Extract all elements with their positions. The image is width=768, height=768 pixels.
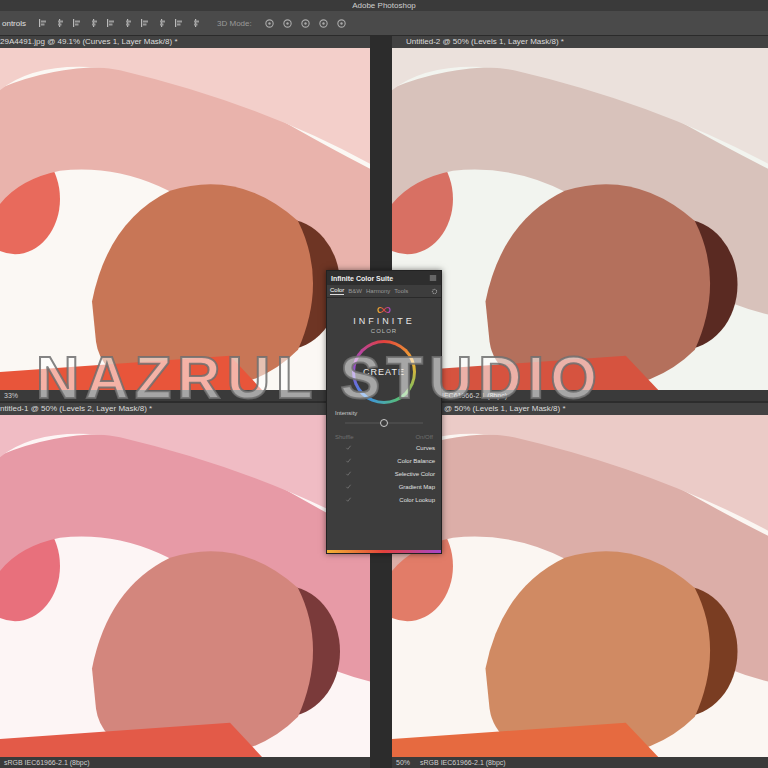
- create-button-face: CREATE: [355, 343, 413, 401]
- panel-tabs: Color B&W Harmony Tools: [327, 285, 441, 298]
- 3d-tool-icon[interactable]: [300, 18, 311, 29]
- adjustment-label: Selective Color: [395, 471, 435, 477]
- adjustment-label: Gradient Map: [399, 484, 435, 490]
- intensity-control: Intensity: [327, 408, 441, 426]
- align-buttons: [38, 18, 201, 28]
- document-window: Untitled-2 @ 50% (Levels 1, Layer Mask/8…: [392, 36, 768, 401]
- align-icon[interactable]: [123, 18, 133, 28]
- align-icon[interactable]: [140, 18, 150, 28]
- adjustment-label: Curves: [416, 445, 435, 451]
- column-header: Shuffle: [335, 434, 354, 440]
- color-profile: IEC61966-2.1 (8bpc): [442, 392, 507, 399]
- zoom-level[interactable]: 50%: [396, 759, 410, 766]
- settings-gear-icon[interactable]: [431, 288, 438, 295]
- intensity-slider[interactable]: [345, 422, 423, 424]
- align-icon[interactable]: [191, 18, 201, 28]
- document-window: 29A4491.jpg @ 49.1% (Curves 1, Layer Mas…: [0, 36, 370, 401]
- panel-header[interactable]: Infinite Color Suite: [327, 271, 441, 285]
- 3d-tool-icon[interactable]: [282, 18, 293, 29]
- adjustment-row[interactable]: Color Balance: [333, 455, 435, 466]
- photoshop-window: Adobe Photoshop ontrols 3D Mode: 29A4491.jp…: [0, 0, 768, 768]
- color-profile: sRGB IEC61966-2.1 (8bpc): [4, 759, 90, 766]
- 3d-tool-icon[interactable]: [264, 18, 275, 29]
- panel-tab[interactable]: B&W: [348, 288, 362, 295]
- document-title: Untitled-2 @ 50% (Levels 1, Layer Mask/8…: [406, 36, 564, 47]
- column-header: On/Off: [415, 434, 433, 440]
- status-bar: 50% sRGB IEC61966-2.1 (8bpc): [392, 757, 768, 768]
- status-bar: IEC61966-2.1 (8bpc): [392, 390, 768, 401]
- workspace: 29A4491.jpg @ 49.1% (Curves 1, Layer Mas…: [0, 36, 768, 768]
- photo-canvas: [0, 48, 370, 390]
- intensity-label: Intensity: [335, 410, 433, 416]
- intensity-fill: [345, 422, 384, 424]
- document-title: ntitled-1 @ 50% (Levels 2, Layer Mask/8)…: [0, 403, 152, 414]
- window-title: Adobe Photoshop: [352, 2, 416, 10]
- shuffle-check-icon[interactable]: [345, 496, 352, 503]
- adjustment-row[interactable]: Curves: [333, 442, 435, 453]
- photo-canvas: [0, 415, 370, 757]
- 3d-mode-buttons: [264, 18, 347, 29]
- adjustment-label: Color Lookup: [399, 497, 435, 503]
- logo-subtext: COLOR: [371, 328, 397, 334]
- document-window: ntitled-1 @ 50% (Levels 2, Layer Mask/8)…: [0, 403, 370, 768]
- intensity-knob[interactable]: [380, 419, 388, 427]
- panel-title: Infinite Color Suite: [331, 275, 393, 282]
- shuffle-check-icon[interactable]: [345, 483, 352, 490]
- options-bar: ontrols 3D Mode:: [0, 11, 768, 36]
- shuffle-check-icon[interactable]: [345, 444, 352, 451]
- align-icon[interactable]: [174, 18, 184, 28]
- photo-canvas: [392, 48, 768, 390]
- panel-footer-bar: [327, 550, 441, 553]
- align-icon[interactable]: [38, 18, 48, 28]
- infinite-color-logo: INFINITE COLOR: [327, 298, 441, 334]
- color-profile: sRGB IEC61966-2.1 (8bpc): [420, 759, 506, 766]
- photo: [392, 415, 768, 757]
- logo-text: INFINITE: [353, 316, 415, 326]
- document-tab[interactable]: 29A4491.jpg @ 49.1% (Curves 1, Layer Mas…: [0, 36, 370, 48]
- panel-tab[interactable]: Harmony: [366, 288, 390, 295]
- photo: [392, 48, 768, 390]
- column-headers: Shuffle On/Off: [327, 426, 441, 442]
- photo: [0, 415, 370, 757]
- align-icon[interactable]: [89, 18, 99, 28]
- document-title: @ 50% (Levels 1, Layer Mask/8) *: [444, 403, 566, 414]
- infinity-icon: [376, 306, 392, 314]
- watermark: NAZRUL STUDIO: [36, 348, 603, 408]
- align-icon[interactable]: [72, 18, 82, 28]
- panel-tab[interactable]: Tools: [394, 288, 408, 295]
- create-area: CREATE: [327, 334, 441, 408]
- document-tab[interactable]: Untitled-2 @ 50% (Levels 1, Layer Mask/8…: [392, 36, 768, 48]
- status-bar: sRGB IEC61966-2.1 (8bpc): [0, 757, 370, 768]
- zoom-level[interactable]: 33%: [4, 392, 18, 399]
- create-button[interactable]: CREATE: [352, 340, 416, 404]
- create-label: CREATE: [363, 367, 405, 377]
- adjustment-label: Color Balance: [397, 458, 435, 464]
- adjustment-row[interactable]: Gradient Map: [333, 481, 435, 492]
- document-tab[interactable]: ntitled-1 @ 50% (Levels 2, Layer Mask/8)…: [0, 403, 370, 415]
- 3d-tool-icon[interactable]: [336, 18, 347, 29]
- shuffle-check-icon[interactable]: [345, 470, 352, 477]
- adjustment-row[interactable]: Color Lookup: [333, 494, 435, 505]
- 3d-tool-icon[interactable]: [318, 18, 329, 29]
- align-icon[interactable]: [106, 18, 116, 28]
- align-icon[interactable]: [55, 18, 65, 28]
- panel-tab[interactable]: Color: [330, 287, 344, 295]
- shuffle-check-icon[interactable]: [345, 457, 352, 464]
- status-bar: 33%: [0, 390, 370, 401]
- document-tab[interactable]: @ 50% (Levels 1, Layer Mask/8) *: [392, 403, 768, 415]
- panel-menu-icon[interactable]: [429, 274, 437, 282]
- photo: [0, 48, 370, 390]
- document-title: 29A4491.jpg @ 49.1% (Curves 1, Layer Mas…: [0, 36, 178, 47]
- 3d-mode-label: 3D Mode:: [217, 19, 252, 28]
- photo-canvas: [392, 415, 768, 757]
- infinite-color-panel[interactable]: Infinite Color Suite Color B&W Harmony Tools…: [326, 270, 442, 554]
- adjustment-row[interactable]: Selective Color: [333, 468, 435, 479]
- adjustment-list: Curves Color Balance Selective Color Gradie…: [327, 442, 441, 505]
- controls-label[interactable]: ontrols: [2, 19, 26, 28]
- align-icon[interactable]: [157, 18, 167, 28]
- title-bar: Adobe Photoshop: [0, 0, 768, 11]
- document-window: @ 50% (Levels 1, Layer Mask/8) * 50% sRGB …: [392, 403, 768, 768]
